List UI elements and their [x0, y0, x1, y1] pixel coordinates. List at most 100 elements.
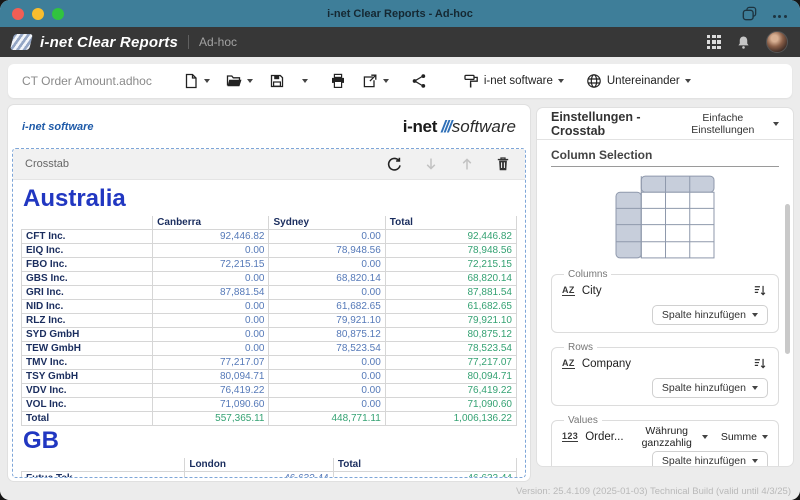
value-cell: 79,921.10	[385, 314, 516, 328]
format-dropdown-label: Währung ganzzahlig	[637, 425, 697, 449]
sort-button[interactable]	[751, 282, 768, 299]
print-button[interactable]	[325, 69, 351, 93]
divider	[188, 35, 189, 49]
settings-header: Einstellungen - Crosstab Einfache Einste…	[537, 108, 793, 140]
column-header: Total	[333, 458, 516, 472]
more-options-icon[interactable]	[772, 5, 788, 23]
app-window: i-net Clear Reports - Ad-hoc i-net Clear…	[0, 0, 800, 500]
format-dropdown[interactable]: Währung ganzzahlig	[637, 425, 708, 449]
open-icon	[226, 73, 242, 89]
delete-icon	[495, 156, 511, 172]
logo-text-bold: i-net	[403, 117, 437, 136]
save-button[interactable]	[264, 69, 313, 93]
column-header: Canberra	[153, 216, 269, 230]
print-icon	[330, 73, 346, 89]
tab-overview-icon[interactable]	[741, 5, 758, 22]
caret-icon	[752, 459, 758, 463]
crosstab-panel-header: Crosstab	[13, 149, 525, 180]
share-icon	[411, 73, 427, 89]
scrollbar-thumb[interactable]	[785, 204, 790, 354]
add-value-button[interactable]: Spalte hinzufügen	[652, 451, 768, 466]
refresh-button[interactable]	[384, 154, 405, 175]
app-header: i-net Clear Reports Ad-hoc	[0, 27, 800, 57]
settings-panel: Einstellungen - Crosstab Einfache Einste…	[537, 108, 793, 466]
value-cell: 80,875.12	[385, 328, 516, 342]
sort-icon	[752, 283, 767, 298]
value-cell: 80,094.71	[153, 370, 269, 384]
report-body: Australia CanberraSydneyTotalCFT Inc.92,…	[13, 180, 525, 477]
settings-mode-label: Einfache Einstellungen	[678, 112, 768, 136]
window-title: i-net Clear Reports - Ad-hoc	[0, 8, 800, 20]
text-type-icon: AZ	[562, 358, 575, 369]
table-row: VDV Inc.76,419.220.0076,419.22	[22, 384, 517, 398]
element-label: Crosstab	[25, 158, 69, 170]
value-cell: 0.00	[153, 314, 269, 328]
export-icon	[362, 73, 378, 89]
export-button[interactable]	[357, 69, 394, 93]
row-label: EIQ Inc.	[22, 244, 153, 258]
field-order-amount[interactable]: Order...	[585, 431, 623, 443]
row-label: VOL Inc.	[22, 398, 153, 412]
value-cell: 0.00	[153, 244, 269, 258]
style-icon	[463, 73, 479, 89]
number-type-icon: 123	[562, 431, 578, 442]
table-row: Futue Tek46,632.4446,632.44	[22, 472, 517, 478]
logo-text-italic: software	[452, 117, 516, 136]
group-heading: Australia	[23, 186, 517, 212]
move-up-button[interactable]	[457, 154, 477, 174]
delete-button[interactable]	[493, 154, 513, 174]
caret-icon	[752, 386, 758, 390]
arrangement-dropdown[interactable]: Untereinander	[581, 69, 696, 93]
value-cell: 0.00	[269, 286, 385, 300]
row-label: RLZ Inc.	[22, 314, 153, 328]
value-cell: 79,921.10	[269, 314, 385, 328]
apps-grid-icon[interactable]	[707, 35, 721, 49]
settings-body: Column Selection Columns AZ City	[537, 140, 793, 466]
caret-icon	[762, 435, 768, 439]
row-label: Futue Tek	[22, 472, 185, 478]
value-cell: 46,632.44	[333, 472, 516, 478]
table-row: EIQ Inc.0.0078,948.5678,948.56	[22, 244, 517, 258]
new-document-icon	[183, 73, 199, 89]
value-cell: 0.00	[269, 370, 385, 384]
notifications-bell-icon[interactable]	[736, 35, 751, 50]
total-row: Total557,365.11448,771.111,006,136.22	[22, 412, 517, 426]
row-label: TMV Inc.	[22, 356, 153, 370]
value-cell: 0.00	[269, 398, 385, 412]
caret-icon	[558, 79, 564, 83]
value-cell: 80,875.12	[269, 328, 385, 342]
caret-icon	[773, 122, 779, 126]
value-cell: 92,446.82	[385, 230, 516, 244]
user-avatar[interactable]	[766, 31, 788, 53]
value-cell: 92,446.82	[153, 230, 269, 244]
crosstab-element[interactable]: Crosstab	[12, 148, 526, 478]
field-city[interactable]: City	[582, 285, 602, 297]
caret-icon	[685, 79, 691, 83]
table-row: TMV Inc.77,217.070.0077,217.07	[22, 356, 517, 370]
open-button[interactable]	[221, 69, 258, 93]
settings-mode-dropdown[interactable]: Einfache Einstellungen	[678, 112, 779, 136]
value-cell: 77,217.07	[385, 356, 516, 370]
value-cell: 0.00	[153, 342, 269, 356]
save-icon	[269, 73, 285, 89]
value-cell: 557,365.11	[153, 412, 269, 426]
aggregation-dropdown[interactable]: Summe	[721, 431, 768, 443]
value-cell: 72,215.15	[153, 258, 269, 272]
row-label: Total	[22, 412, 153, 426]
share-button[interactable]	[406, 69, 432, 93]
new-document-button[interactable]	[178, 69, 215, 93]
move-up-icon	[459, 156, 475, 172]
field-company[interactable]: Company	[582, 358, 631, 370]
add-row-button[interactable]: Spalte hinzufügen	[652, 378, 768, 398]
caret-icon	[204, 79, 210, 83]
style-dropdown[interactable]: i-net software	[458, 69, 569, 93]
version-info: Version: 25.4.109 (2025-01-03) Technical…	[516, 486, 791, 497]
document-name: CT Order Amount.adhoc	[22, 74, 152, 88]
sort-button[interactable]	[751, 355, 768, 372]
value-cell: 78,948.56	[269, 244, 385, 258]
move-down-button[interactable]	[421, 154, 441, 174]
text-type-icon: AZ	[562, 285, 575, 296]
table-row: NID Inc.0.0061,682.6561,682.65	[22, 300, 517, 314]
refresh-icon	[386, 156, 403, 173]
add-column-button[interactable]: Spalte hinzufügen	[652, 305, 768, 325]
